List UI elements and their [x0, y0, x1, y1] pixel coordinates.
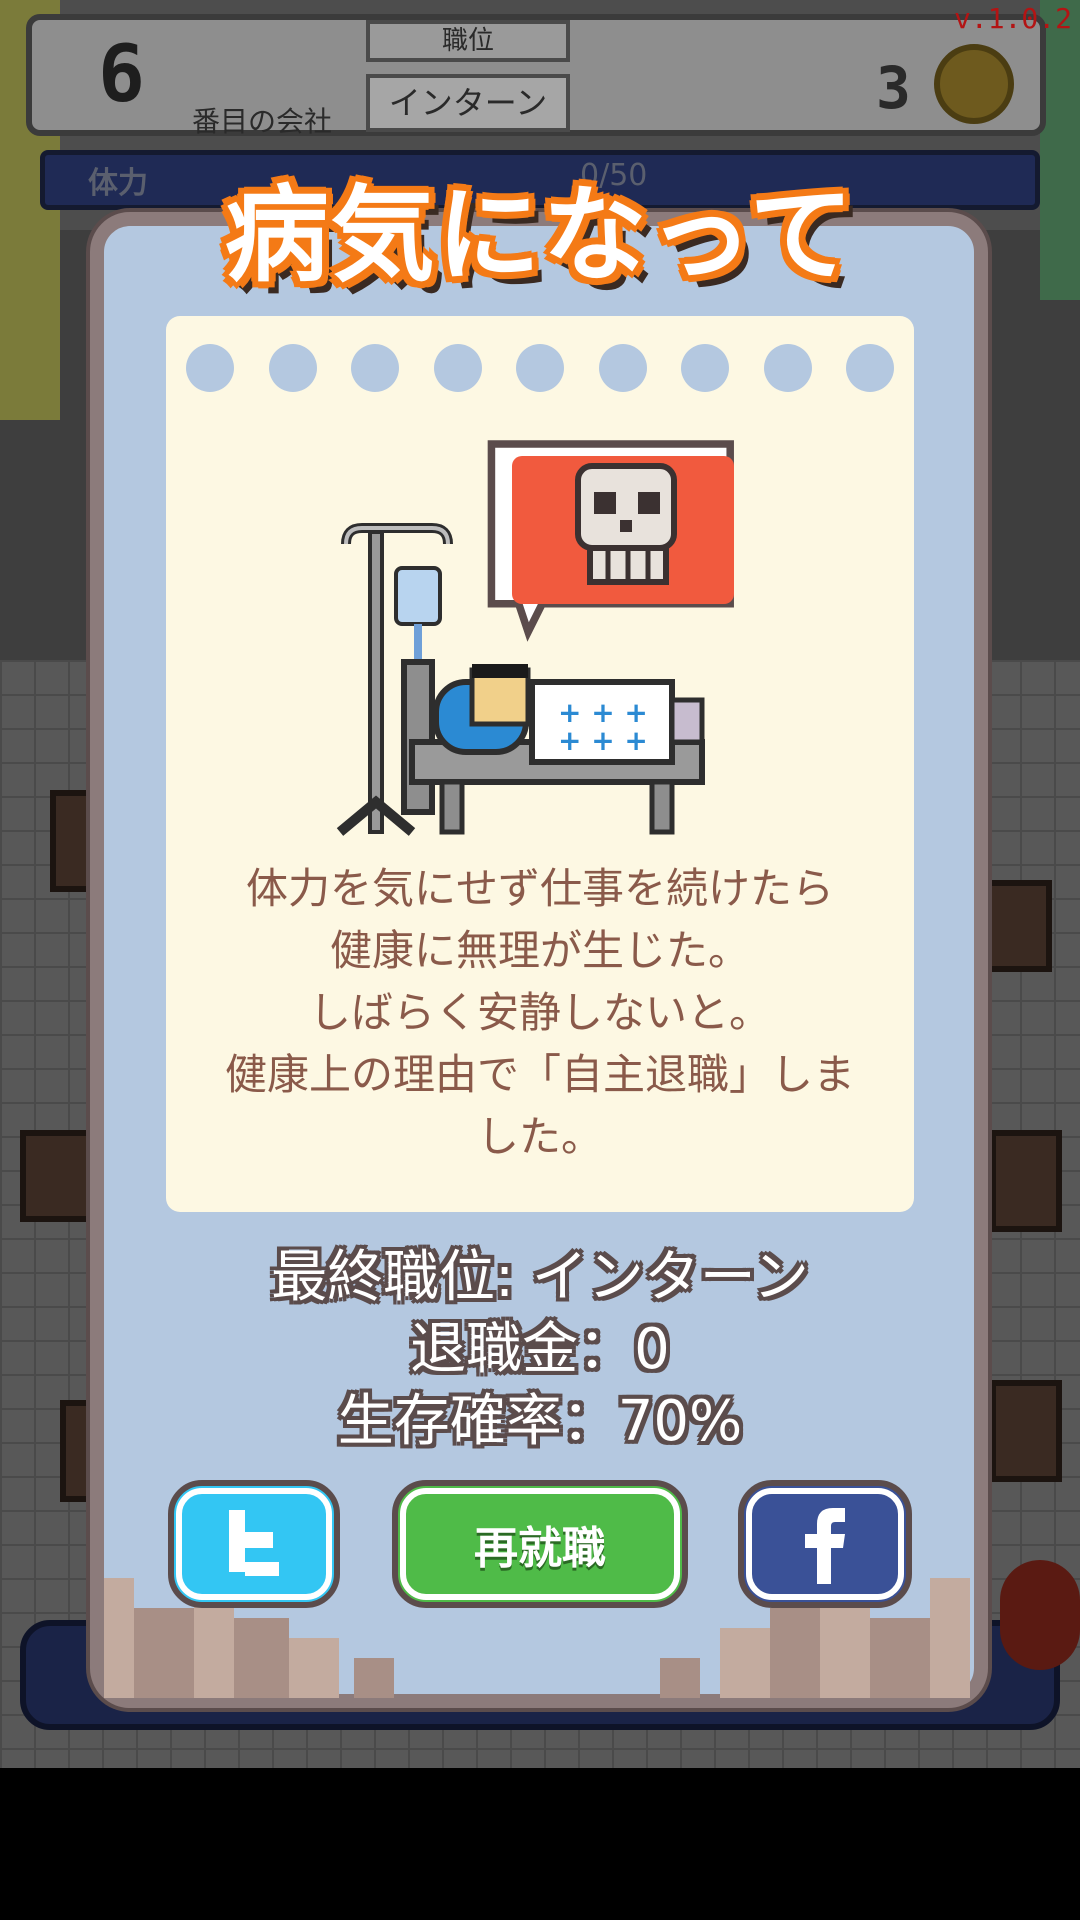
survival-rate: 生存確率：70%	[337, 1389, 743, 1454]
desk	[990, 1130, 1062, 1232]
desk	[980, 880, 1052, 972]
binding-hole	[433, 344, 482, 392]
facebook-share-button[interactable]	[738, 1480, 912, 1608]
company-number: 6	[98, 30, 145, 120]
position-value: インターン	[366, 74, 570, 132]
binding-hole	[681, 344, 729, 392]
coin-count: 3	[876, 54, 911, 122]
company-label: 番目の会社	[192, 105, 333, 138]
severance-pay: 退職金：0	[410, 1317, 670, 1382]
facebook-icon	[805, 1508, 845, 1584]
binding-hole	[268, 344, 317, 392]
result-message: 体力を気にせず仕事を続けたら 健康に無理が生じた。 しばらく安静しないと。 健康…	[224, 864, 855, 1161]
hospital-bed: + + + + + +	[401, 659, 705, 835]
rehire-button[interactable]: 再就職	[392, 1480, 688, 1608]
binding-hole	[763, 344, 812, 392]
version-label: v.1.0.2	[953, 2, 1072, 35]
twitter-share-button[interactable]	[168, 1480, 340, 1608]
notepad-binding-holes	[186, 344, 894, 392]
rehire-button-label: 再就職	[474, 1523, 606, 1574]
binding-hole	[846, 344, 894, 392]
dialog-title: 病気になって	[224, 174, 856, 296]
sick-in-hospital-bed-illustration: + + + + + +	[336, 440, 734, 836]
twitter-icon	[229, 1510, 279, 1576]
final-position: 最終職位: インターン	[271, 1245, 809, 1310]
exclamation-icon	[1000, 1560, 1080, 1670]
svg-text:+ + +: + + +	[558, 724, 648, 757]
binding-hole	[186, 344, 234, 392]
position-heading: 職位	[366, 20, 570, 62]
notepad-card: + + + + + + 体力を気にせず仕事を続けたら 健康に無理が生じた。 しば…	[166, 316, 914, 1212]
skull-speech-bubble-icon	[487, 440, 734, 642]
binding-hole	[516, 344, 564, 392]
binding-hole	[598, 344, 647, 392]
binding-hole	[351, 344, 399, 392]
coin-icon	[934, 44, 1014, 124]
